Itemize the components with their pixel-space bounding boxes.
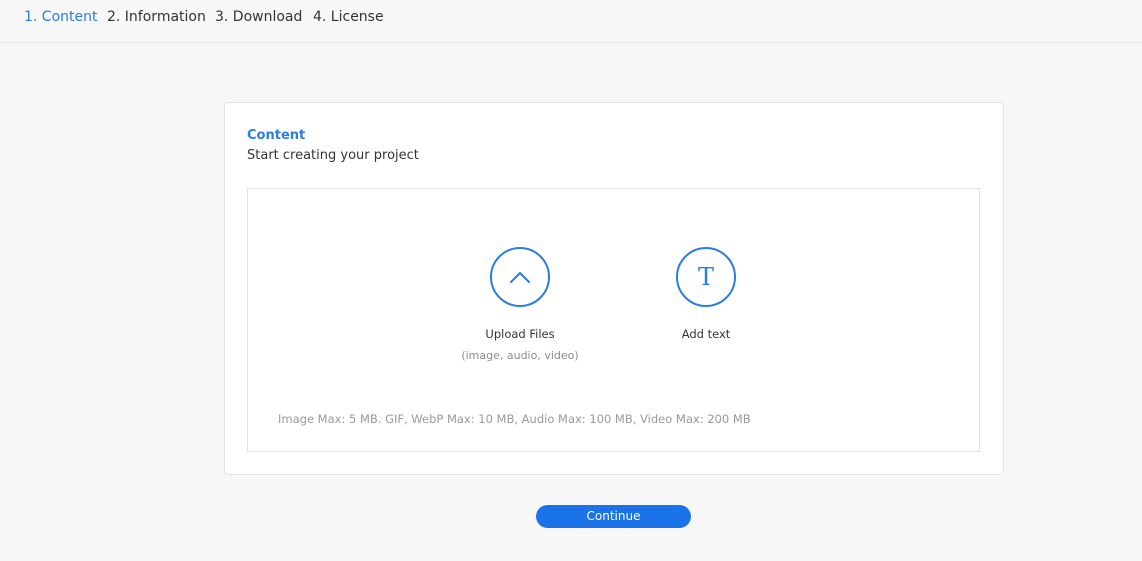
upload-circle-button[interactable] <box>490 247 550 307</box>
card-title: Content <box>247 128 306 143</box>
chevron-up-icon <box>510 272 530 283</box>
upload-files-sublabel: (image, audio, video) <box>461 349 579 362</box>
step-license-tab[interactable]: 4. License <box>313 9 384 25</box>
step-content-tab[interactable]: 1. Content <box>24 9 98 25</box>
text-t-icon: T <box>697 263 714 291</box>
content-dropzone[interactable]: Upload Files (image, audio, video) T Add… <box>247 188 980 452</box>
upload-files-option[interactable]: Upload Files (image, audio, video) <box>450 247 590 362</box>
add-text-circle-button[interactable]: T <box>676 247 736 307</box>
add-text-option[interactable]: T Add text <box>636 247 776 341</box>
file-size-limits: Image Max: 5 MB. GIF, WebP Max: 10 MB, A… <box>278 412 751 426</box>
content-card: Content Start creating your project Uplo… <box>224 102 1004 475</box>
upload-files-label: Upload Files <box>485 327 555 341</box>
card-subtitle: Start creating your project <box>247 148 419 163</box>
step-information-tab[interactable]: 2. Information <box>107 9 206 25</box>
continue-button[interactable]: Continue <box>536 505 691 528</box>
step-download-tab[interactable]: 3. Download <box>215 9 302 25</box>
add-text-label: Add text <box>681 327 731 341</box>
step-navigation: 1. Content 2. Information 3. Download 4.… <box>0 0 1142 43</box>
